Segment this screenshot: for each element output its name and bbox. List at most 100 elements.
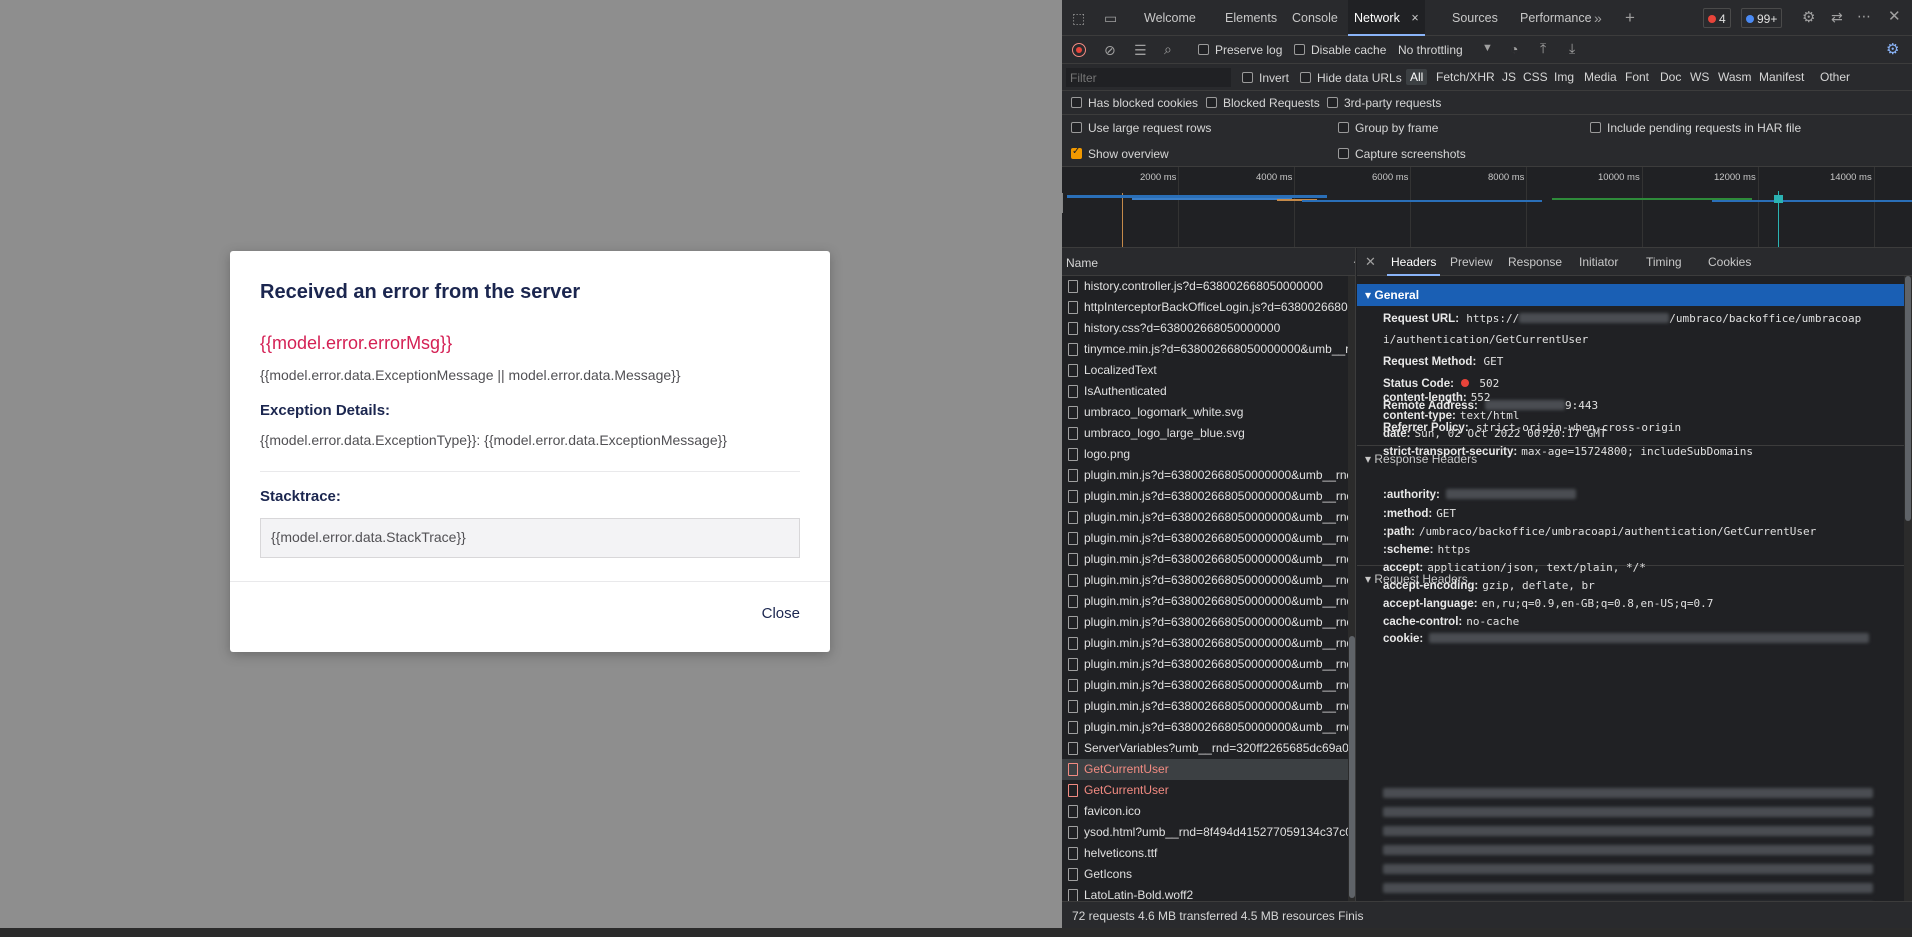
file-icon [1068,616,1078,629]
disable-cache-checkbox[interactable] [1294,44,1305,55]
detail-tab-initiator[interactable]: Initiator [1579,248,1618,276]
request-row[interactable]: umbraco_logomark_white.svg [1062,402,1348,423]
filter-ws[interactable]: WS [1690,70,1709,84]
request-row[interactable]: ServerVariables?umb__rnd=320ff2265685dc6… [1062,738,1348,759]
group-by-frame-checkbox[interactable] [1338,122,1349,133]
request-row[interactable]: LocalizedText [1062,360,1348,381]
filter-fetch-xhr[interactable]: Fetch/XHR [1436,70,1495,84]
close-icon[interactable]: ✕ [1888,9,1901,24]
network-overview[interactable]: 2000 ms 4000 ms 6000 ms 8000 ms 10000 ms… [1062,167,1912,248]
request-row[interactable]: LatoLatin-Bold.woff2 [1062,885,1348,901]
hide-data-urls-checkbox[interactable] [1300,72,1311,83]
record-icon[interactable] [1072,43,1086,57]
filter-doc[interactable]: Doc [1660,70,1681,84]
tab-welcome[interactable]: Welcome [1144,0,1196,36]
include-pending-checkbox[interactable] [1590,122,1601,133]
throttling-select[interactable]: No throttling [1398,43,1463,57]
close-details-icon[interactable]: ✕ [1365,255,1376,268]
request-row[interactable]: tinymce.min.js?d=638002668050000000&umb_… [1062,339,1348,360]
filter-other[interactable]: Other [1820,70,1850,84]
filter-font[interactable]: Font [1625,70,1649,84]
device-toolbar-icon[interactable]: ▭ [1104,11,1117,25]
chevron-down-icon[interactable]: ▼ [1482,43,1493,54]
request-row[interactable]: plugin.min.js?d=638002668050000000&umb__… [1062,612,1348,633]
filter-media[interactable]: Media [1584,70,1617,84]
tab-console[interactable]: Console [1292,0,1338,36]
request-row[interactable]: plugin.min.js?d=638002668050000000&umb__… [1062,654,1348,675]
show-overview-checkbox[interactable] [1071,146,1082,159]
filter-img[interactable]: Img [1554,70,1574,84]
errors-badge[interactable]: 4 [1703,8,1731,28]
request-row[interactable]: plugin.min.js?d=638002668050000000&umb__… [1062,591,1348,612]
request-row[interactable]: IsAuthenticated [1062,381,1348,402]
customize-icon[interactable]: ⇄ [1831,10,1843,24]
settings-icon[interactable]: ⚙ [1802,10,1815,25]
tab-performance[interactable]: Performance [1520,0,1592,36]
issues-badge[interactable]: 99+ [1741,8,1783,28]
scrollbar-thumb[interactable] [1905,276,1911,521]
filter-wasm[interactable]: Wasm [1718,70,1752,84]
request-row[interactable]: plugin.min.js?d=638002668050000000&umb__… [1062,717,1348,738]
detail-tab-preview[interactable]: Preview [1450,248,1493,276]
tab-elements[interactable]: Elements [1225,0,1277,36]
stacktrace-box[interactable]: {{model.error.data.StackTrace}} [260,518,800,558]
import-har-icon[interactable]: ⤒ [1540,41,1546,55]
sort-up-icon[interactable]: ▲ [1352,255,1355,265]
request-row[interactable]: GetCurrentUser [1062,759,1348,780]
filter-all[interactable]: All [1406,69,1428,85]
request-list-scrollbar[interactable] [1348,276,1355,901]
request-row[interactable]: history.controller.js?d=6380026680500000… [1062,276,1348,297]
add-tab-icon[interactable]: + [1625,9,1635,26]
request-row[interactable]: plugin.min.js?d=638002668050000000&umb__… [1062,633,1348,654]
details-scrollbar[interactable] [1904,276,1912,901]
third-party-checkbox[interactable] [1327,97,1338,108]
invert-checkbox[interactable] [1242,72,1253,83]
request-row[interactable]: plugin.min.js?d=638002668050000000&umb__… [1062,675,1348,696]
filter-js[interactable]: JS [1502,70,1516,84]
filter-icon[interactable]: ☰ [1134,43,1147,57]
request-row[interactable]: plugin.min.js?d=638002668050000000&umb__… [1062,570,1348,591]
filter-manifest[interactable]: Manifest [1759,70,1804,84]
network-conditions-icon[interactable]: ◔ [1510,42,1518,56]
request-row[interactable]: favicon.ico [1062,801,1348,822]
more-options-icon[interactable]: ⋯ [1857,9,1871,23]
detail-tab-timing[interactable]: Timing [1646,248,1682,276]
request-row[interactable]: GetCurrentUser [1062,780,1348,801]
preserve-log-checkbox[interactable] [1198,44,1209,55]
tab-sources[interactable]: Sources [1452,0,1498,36]
network-settings-icon[interactable]: ⚙ [1886,42,1899,57]
blocked-requests-checkbox[interactable] [1206,97,1217,108]
capture-screenshots-checkbox[interactable] [1338,148,1349,159]
request-row[interactable]: history.css?d=638002668050000000 [1062,318,1348,339]
request-row[interactable]: plugin.min.js?d=638002668050000000&umb__… [1062,696,1348,717]
general-section-header[interactable]: ▾ General [1357,284,1904,306]
request-row[interactable]: plugin.min.js?d=638002668050000000&umb__… [1062,528,1348,549]
request-row[interactable]: GetIcons [1062,864,1348,885]
close-button[interactable]: Close [762,605,800,622]
request-row[interactable]: httpInterceptorBackOfficeLogin.js?d=6380… [1062,297,1348,318]
more-tabs-icon[interactable]: » [1594,11,1602,25]
request-row[interactable]: plugin.min.js?d=638002668050000000&umb__… [1062,486,1348,507]
inspect-icon[interactable]: ⬚ [1072,11,1085,25]
detail-tab-cookies[interactable]: Cookies [1708,248,1751,276]
request-row[interactable]: plugin.min.js?d=638002668050000000&umb__… [1062,549,1348,570]
filter-css[interactable]: CSS [1523,70,1548,84]
request-row[interactable]: logo.png [1062,444,1348,465]
request-row[interactable]: helveticons.ttf [1062,843,1348,864]
export-har-icon[interactable]: ⤓ [1569,41,1575,55]
tab-network[interactable]: Network × [1348,0,1425,36]
detail-tab-headers[interactable]: Headers [1387,248,1441,276]
name-column-header[interactable]: Name [1066,256,1098,270]
detail-tab-response[interactable]: Response [1508,248,1562,276]
clear-icon[interactable]: ⊘ [1104,43,1116,57]
request-row[interactable]: ysod.html?umb__rnd=8f494d415277059134c37… [1062,822,1348,843]
request-row[interactable]: plugin.min.js?d=638002668050000000&umb__… [1062,465,1348,486]
search-icon[interactable]: ⌕ [1164,42,1172,56]
filter-input[interactable] [1066,68,1231,87]
large-rows-checkbox[interactable] [1071,122,1082,133]
close-tab-icon[interactable]: × [1411,11,1418,25]
request-row[interactable]: umbraco_logo_large_blue.svg [1062,423,1348,444]
request-row[interactable]: plugin.min.js?d=638002668050000000&umb__… [1062,507,1348,528]
has-blocked-cookies-checkbox[interactable] [1071,97,1082,108]
scrollbar-thumb[interactable] [1349,636,1355,898]
